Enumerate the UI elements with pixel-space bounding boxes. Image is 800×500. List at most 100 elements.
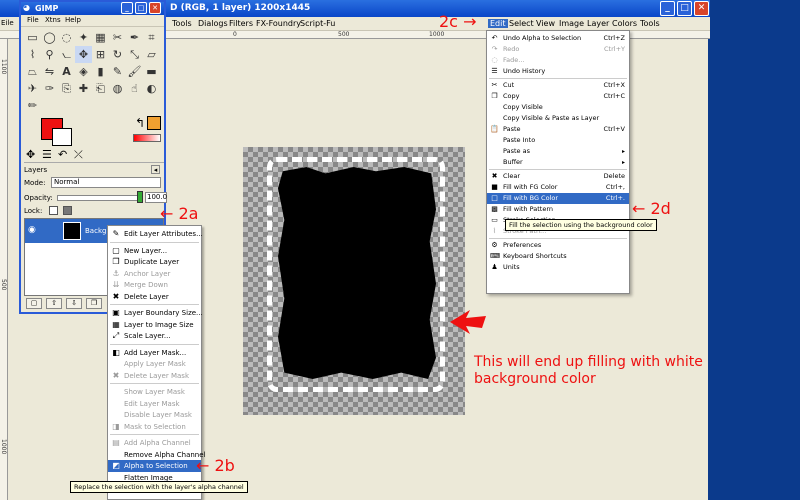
- eye-icon[interactable]: ◉: [28, 225, 36, 235]
- edit-menu-item-copy-visible[interactable]: Copy Visible: [487, 102, 629, 113]
- opacity-slider-handle[interactable]: [137, 191, 143, 203]
- rect-select-icon[interactable]: ▭: [24, 29, 41, 46]
- edit-menu-item-paste-into[interactable]: Paste Into: [487, 135, 629, 146]
- layer-menu-item-add-layer-mask[interactable]: ◧ Add Layer Mask...: [108, 347, 201, 359]
- maximize-icon[interactable]: □: [677, 1, 692, 16]
- edit-menu-item-undo-history[interactable]: ☰ Undo History: [487, 66, 629, 77]
- color-picker-icon[interactable]: ⌇: [24, 46, 41, 63]
- edit-menu-item-preferences[interactable]: ⚙ Preferences: [487, 240, 629, 251]
- edit-menu-item-keyboard-shortcuts[interactable]: ⌨ Keyboard Shortcuts: [487, 251, 629, 262]
- edit-menu-item-clear[interactable]: ✖ Clear Delete: [487, 171, 629, 182]
- undo-tab-icon[interactable]: ↶: [58, 148, 67, 161]
- perspective-icon[interactable]: ⏢: [24, 63, 41, 80]
- edit-menu-item-fill-with-bg-color[interactable]: □ Fill with BG Color Ctrl+.: [487, 193, 629, 204]
- close-icon[interactable]: ✕: [149, 2, 161, 14]
- layer-menu-item-layer-boundary-size[interactable]: ▣ Layer Boundary Size...: [108, 307, 203, 319]
- layers-tab-icon[interactable]: ☰: [42, 148, 52, 161]
- layer-menu-item-scale-layer[interactable]: ⤢ Scale Layer...: [108, 330, 201, 342]
- layer-menu-item-merge-down[interactable]: ⇊ Merge Down: [108, 279, 201, 291]
- edit-menu-item-fill-with-pattern[interactable]: ▩ Fill with Pattern: [487, 204, 629, 215]
- edit-menu-item-redo[interactable]: ↷ Redo Ctrl+Y: [487, 44, 629, 55]
- edit-menu-item-cut[interactable]: ✂ Cut Ctrl+X: [487, 80, 629, 91]
- edit-menu-item-paste[interactable]: 📋 Paste Ctrl+V: [487, 124, 629, 135]
- layer-menu-item-edit-layer-mask[interactable]: Edit Layer Mask: [108, 398, 201, 410]
- fuzzy-select-icon[interactable]: ✦: [75, 29, 92, 46]
- minimize-icon[interactable]: _: [660, 1, 675, 16]
- layer-menu-item-delete-layer[interactable]: ✖ Delete Layer: [108, 291, 201, 303]
- layer-menu-item-layer-to-image-size[interactable]: ▦ Layer to Image Size: [108, 319, 201, 331]
- paths-tab-icon[interactable]: ⤫: [74, 148, 83, 162]
- layer-menu-item-disable-layer-mask[interactable]: Disable Layer Mask: [108, 409, 201, 421]
- pattern-swatch[interactable]: [147, 116, 161, 130]
- layer-menu-item-duplicate-layer[interactable]: ❐ Duplicate Layer: [108, 256, 201, 268]
- layer-menu-item-mask-to-selection[interactable]: ◨ Mask to Selection: [108, 421, 201, 433]
- edit-menu-item-copy[interactable]: ❐ Copy Ctrl+C: [487, 91, 629, 102]
- ink-icon[interactable]: ✑: [41, 80, 58, 97]
- opacity-slider[interactable]: [57, 195, 139, 201]
- toolbox-titlebar[interactable]: ◕ GIMP _ □ ✕: [21, 2, 164, 15]
- layer-menu-item-alpha-to-selection[interactable]: ◩ Alpha to Selection: [108, 460, 201, 472]
- layer-menu-item-remove-alpha-channel[interactable]: Remove Alpha Channel: [108, 449, 206, 461]
- layer-menu-item-add-alpha-channel[interactable]: ▤ Add Alpha Channel: [108, 437, 201, 449]
- menu-dialogs[interactable]: Dialogs: [198, 19, 228, 28]
- menu-tools-2[interactable]: Tools: [640, 19, 660, 28]
- bucket-fill-icon[interactable]: ◈: [75, 63, 92, 80]
- close-icon[interactable]: ✕: [694, 1, 709, 16]
- menu-help[interactable]: Help: [65, 16, 81, 24]
- ellipse-select-icon[interactable]: ◯: [41, 29, 58, 46]
- clone-icon[interactable]: ⎘: [58, 80, 75, 97]
- menu-script-fu[interactable]: Script-Fu: [300, 19, 335, 28]
- flip-icon[interactable]: ⇋: [41, 63, 58, 80]
- pencil-icon[interactable]: ✎: [109, 63, 126, 80]
- menu-layer[interactable]: Layer: [587, 19, 609, 28]
- shear-icon[interactable]: ▱: [143, 46, 160, 63]
- vertical-ruler[interactable]: 1100 500 1000: [0, 39, 8, 500]
- new-layer-icon[interactable]: ▢: [26, 298, 42, 309]
- blur-icon[interactable]: ◍: [109, 80, 126, 97]
- layer-menu-item-delete-layer-mask[interactable]: ✖ Delete Layer Mask: [108, 370, 201, 382]
- edit-menu-item-undo-alpha-to-selection[interactable]: ↶ Undo Alpha to Selection Ctrl+Z: [487, 33, 629, 44]
- menu-image[interactable]: Image: [559, 19, 584, 28]
- edit-menu-item-buffer[interactable]: Buffer ▸: [487, 157, 629, 168]
- edit-menu-item-paste-as[interactable]: Paste as ▸: [487, 146, 629, 157]
- tool-options-tab-icon[interactable]: ✥: [26, 148, 35, 161]
- menu-edit[interactable]: Edit: [488, 19, 508, 28]
- edit-menu-item-copy-visible-paste-as-layer[interactable]: Copy Visible & Paste as Layer: [487, 113, 629, 124]
- lower-layer-icon[interactable]: ⇩: [66, 298, 82, 309]
- layer-menu-item-anchor-layer[interactable]: ⚓ Anchor Layer: [108, 268, 201, 280]
- menu-fx-foundry[interactable]: FX-Foundry: [256, 19, 301, 28]
- maximize-icon[interactable]: □: [135, 2, 147, 14]
- dialog-menu-icon[interactable]: ◂: [151, 165, 160, 174]
- text-icon[interactable]: A: [58, 63, 75, 80]
- opacity-value[interactable]: 100.0: [145, 192, 167, 203]
- smudge-icon[interactable]: ☝: [126, 80, 143, 97]
- image-canvas[interactable]: [243, 147, 465, 415]
- crop-icon[interactable]: ⌗: [143, 29, 160, 46]
- eraser-icon[interactable]: ▬: [143, 63, 160, 80]
- edit-menu-item-fade[interactable]: ◌ Fade...: [487, 55, 629, 66]
- lock-alpha-checkbox[interactable]: [63, 206, 72, 215]
- minimize-icon[interactable]: _: [121, 2, 133, 14]
- zoom-icon[interactable]: ⚲: [41, 46, 58, 63]
- free-select-icon[interactable]: ◌: [58, 29, 75, 46]
- background-color-swatch[interactable]: [52, 128, 72, 146]
- raise-layer-icon[interactable]: ⇧: [46, 298, 62, 309]
- align-icon[interactable]: ⊞: [92, 46, 109, 63]
- measure-icon[interactable]: ⦦: [58, 46, 75, 63]
- layer-menu-item-show-layer-mask[interactable]: Show Layer Mask: [108, 386, 201, 398]
- swap-colors-icon[interactable]: ↰: [135, 116, 145, 130]
- mode-select[interactable]: Normal: [51, 177, 161, 188]
- paintbrush-icon[interactable]: 🖌: [126, 63, 143, 80]
- layer-menu-item-new-layer[interactable]: ▢ New Layer...: [108, 245, 201, 257]
- menu-view[interactable]: View: [536, 19, 555, 28]
- dodge-burn-icon[interactable]: ◐: [143, 80, 160, 97]
- menu-colors[interactable]: Colors: [612, 19, 637, 28]
- extra-tool-icon[interactable]: ✏: [24, 97, 41, 114]
- paths-icon[interactable]: ✒: [126, 29, 143, 46]
- menu-select[interactable]: Select: [509, 19, 534, 28]
- airbrush-icon[interactable]: ✈: [24, 80, 41, 97]
- move-icon[interactable]: ✥: [75, 46, 92, 63]
- lock-pixels-checkbox[interactable]: [49, 206, 58, 215]
- blend-icon[interactable]: ▮: [92, 63, 109, 80]
- edit-menu-item-fill-with-fg-color[interactable]: ■ Fill with FG Color Ctrl+,: [487, 182, 629, 193]
